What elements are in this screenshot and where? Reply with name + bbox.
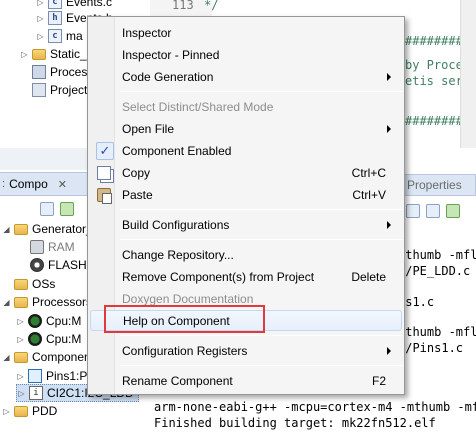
pin-console-icon[interactable]	[426, 204, 440, 218]
expand-arrow-icon[interactable]: ▷	[2, 407, 11, 416]
tree-item-ram[interactable]: RAM	[30, 238, 75, 256]
expand-arrow-icon[interactable]: ▷	[17, 389, 26, 398]
collapse-arrow-icon[interactable]: ◢	[2, 298, 11, 307]
open-console-icon[interactable]	[446, 204, 460, 218]
project-icon	[32, 83, 46, 97]
tree-item-pdd[interactable]: ▷ PDD	[2, 402, 57, 420]
folder-icon	[14, 223, 28, 235]
tree-item-processors[interactable]: ◢ Processors	[2, 293, 92, 311]
menu-separator	[120, 209, 403, 210]
tree-item-main-c[interactable]: ▷ c ma	[36, 27, 83, 45]
tree-item-oss[interactable]: OSs	[14, 275, 55, 293]
submenu-arrow-icon	[387, 220, 391, 229]
menu-separator	[120, 365, 403, 366]
menu-item-component-enabled[interactable]: ✓ Component Enabled	[90, 140, 402, 161]
menu-item-rename-component[interactable]: Rename Component F2	[90, 370, 402, 391]
console-line: Finished building target: mk22fn512.elf	[154, 416, 436, 430]
menu-separator	[120, 91, 403, 92]
tree-item-static-code[interactable]: ▷ Static_C	[20, 45, 95, 63]
expand-arrow-icon[interactable]: ▷	[36, 0, 45, 7]
pins-icon	[28, 369, 42, 383]
submenu-arrow-icon	[387, 72, 391, 81]
clear-console-icon[interactable]	[406, 204, 420, 218]
folder-icon	[14, 296, 28, 308]
line-number: 113	[172, 0, 194, 12]
submenu-arrow-icon	[387, 124, 391, 133]
code-line: */	[204, 0, 219, 12]
tree-item-components[interactable]: ◢ Componen	[2, 348, 90, 366]
folder-icon	[14, 351, 28, 363]
menu-item-change-repository[interactable]: Change Repository...	[90, 244, 402, 265]
tree-item-generator[interactable]: ◢ Generator_	[2, 220, 92, 238]
components-toolbar	[40, 202, 74, 216]
console-line: mthumb -mfl	[398, 248, 476, 262]
menu-item-code-generation[interactable]: Code Generation	[90, 66, 402, 87]
shortcut-label: Ctrl+C	[351, 165, 386, 180]
expand-arrow-icon[interactable]: ▷	[36, 14, 45, 23]
menu-item-select-mode: Select Distinct/Shared Mode	[122, 99, 274, 114]
console-line: mthumb -mfl	[398, 325, 476, 339]
expand-arrow-icon[interactable]: ▷	[16, 372, 25, 381]
tree-item-flash[interactable]: FLASH	[30, 256, 87, 274]
folder-icon	[14, 278, 28, 290]
refresh-icon[interactable]	[60, 202, 74, 216]
folder-icon	[14, 405, 28, 417]
collapse-arrow-icon[interactable]: ◢	[2, 353, 11, 362]
cpu-icon	[28, 332, 42, 346]
menu-item-configuration-registers[interactable]: Configuration Registers	[90, 340, 402, 361]
menu-item-paste[interactable]: Paste Ctrl+V	[90, 184, 402, 205]
c-file-icon: c	[48, 29, 62, 43]
cpu-icon	[28, 314, 42, 328]
tree-item-cpu-2[interactable]: ▷ Cpu:M	[16, 330, 81, 348]
submenu-arrow-icon	[387, 346, 391, 355]
collapse-arrow-icon[interactable]: ◢	[2, 225, 11, 234]
copy-icon	[97, 165, 111, 180]
annotation-highlight-box	[104, 305, 265, 333]
console-line: e/PE_LDD.c	[398, 264, 471, 278]
properties-tab[interactable]: Properties	[398, 174, 476, 196]
expand-arrow-icon[interactable]: ▷	[16, 335, 25, 344]
gear-icon	[30, 258, 44, 272]
tree-item-pins1[interactable]: ▷ Pins1:P	[16, 367, 87, 385]
checkmark-icon: ✓	[96, 141, 114, 160]
menu-separator	[120, 335, 403, 336]
close-icon[interactable]: ✕	[58, 178, 67, 191]
tree-item-processor[interactable]: Proces	[32, 63, 87, 81]
menu-separator	[120, 239, 403, 240]
shortcut-label: F2	[371, 373, 386, 388]
menu-item-copy[interactable]: Copy Ctrl+C	[90, 162, 402, 183]
console-toolbar	[398, 200, 476, 222]
expand-arrow-icon[interactable]: ▷	[36, 32, 45, 41]
folder-icon	[32, 48, 46, 60]
console-line: arm-none-eabi-g++ -mcpu=cortex-m4 -mthum…	[154, 400, 476, 414]
menu-item-remove-component[interactable]: Remove Component(s) from Project Delete	[90, 266, 402, 287]
components-view-icon: :	[2, 178, 6, 190]
processor-icon	[32, 65, 46, 79]
menu-item-build-configurations[interactable]: Build Configurations	[90, 214, 402, 235]
expand-arrow-icon[interactable]: ▷	[20, 50, 29, 59]
context-menu: Inspector Inspector - Pinned Code Genera…	[87, 16, 405, 395]
editor-scrollbar[interactable]	[460, 0, 476, 148]
properties-tab-label: Properties	[407, 178, 462, 192]
expand-arrow-icon[interactable]: ▷	[16, 317, 25, 326]
tree-item-cpu-1[interactable]: ▷ Cpu:M	[16, 312, 81, 330]
c-file-icon: c	[48, 0, 62, 9]
console-line: e/Pins1.c	[398, 341, 464, 355]
collapse-all-icon[interactable]	[40, 202, 54, 216]
h-file-icon: h	[48, 11, 62, 25]
shortcut-label: Ctrl+V	[352, 187, 386, 202]
components-tab-title: Compo	[9, 177, 48, 191]
menu-item-inspector-pinned[interactable]: Inspector - Pinned	[90, 44, 402, 65]
shortcut-label: Delete	[351, 269, 386, 284]
ram-icon	[30, 240, 44, 254]
menu-item-inspector[interactable]: Inspector	[90, 22, 402, 43]
tree-item-project[interactable]: Project	[32, 81, 87, 99]
i2c-icon: i	[29, 386, 43, 400]
paste-icon	[97, 187, 112, 204]
menu-item-open-file[interactable]: Open File	[90, 118, 402, 139]
